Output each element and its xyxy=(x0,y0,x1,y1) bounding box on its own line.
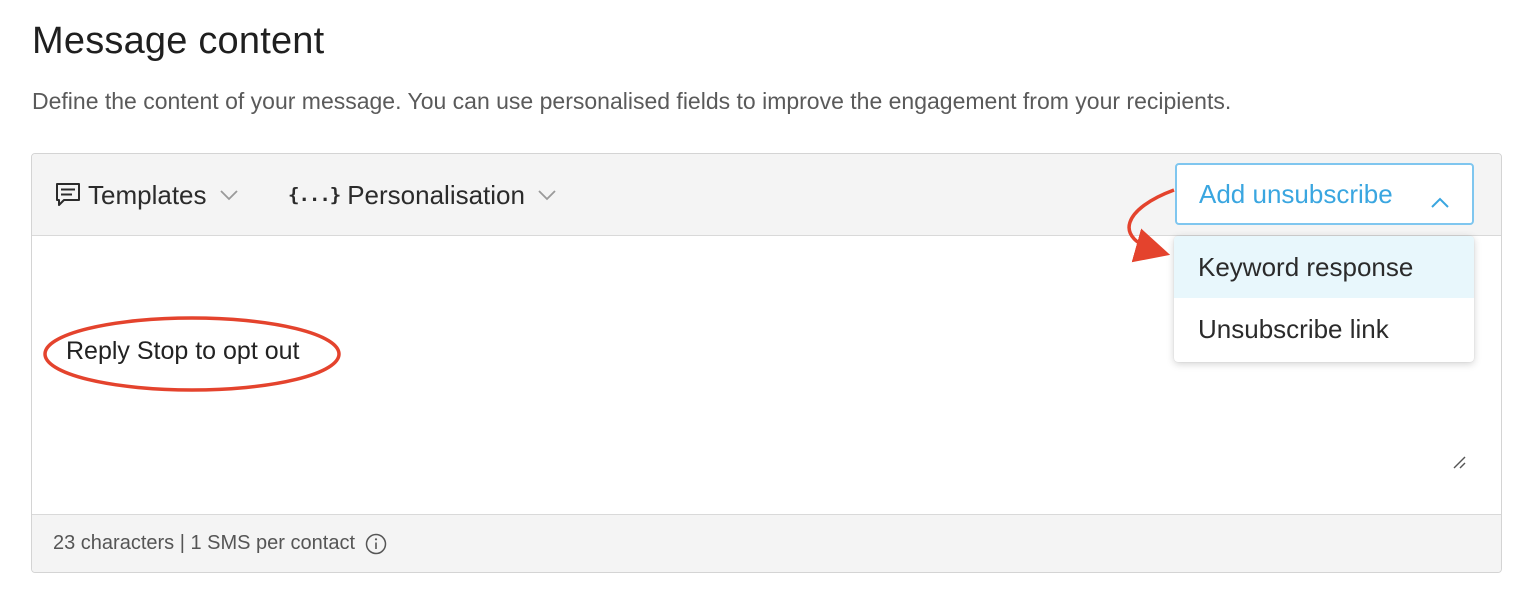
resize-handle-icon[interactable] xyxy=(1451,454,1467,475)
page: Message content Define the content of yo… xyxy=(0,0,1524,600)
menu-item-label: Unsubscribe link xyxy=(1198,313,1389,344)
unsubscribe-menu: Keyword response Unsubscribe link xyxy=(1174,236,1474,362)
editor-footer: 23 characters | 1 SMS per contact xyxy=(32,514,1501,572)
menu-item-keyword-response[interactable]: Keyword response xyxy=(1174,236,1474,298)
templates-label: Templates xyxy=(88,179,207,210)
personalisation-dropdown[interactable]: {...} Personalisation xyxy=(288,178,557,212)
message-text: Reply Stop to opt out xyxy=(66,337,300,365)
page-description: Define the content of your message. You … xyxy=(32,88,1232,114)
info-circle-icon[interactable] xyxy=(365,533,387,555)
menu-item-label: Keyword response xyxy=(1198,251,1414,282)
add-unsubscribe-label: Add unsubscribe xyxy=(1199,178,1393,209)
editor-toolbar: Templates {...} Personalisation Add unsu… xyxy=(32,154,1501,236)
menu-item-unsubscribe-link[interactable]: Unsubscribe link xyxy=(1174,298,1474,360)
message-lines-icon xyxy=(54,181,82,209)
message-editor: Templates {...} Personalisation Add unsu… xyxy=(31,153,1502,573)
add-unsubscribe-button[interactable]: Add unsubscribe xyxy=(1175,163,1474,225)
personalisation-label: Personalisation xyxy=(347,179,525,210)
page-title: Message content xyxy=(32,20,325,62)
templates-dropdown[interactable]: Templates xyxy=(54,178,239,212)
chevron-down-icon xyxy=(537,189,557,201)
character-counter: 23 characters | 1 SMS per contact xyxy=(53,532,356,554)
chevron-down-icon xyxy=(219,189,239,201)
chevron-up-icon xyxy=(1430,185,1450,216)
braces-icon: {...} xyxy=(288,184,341,206)
